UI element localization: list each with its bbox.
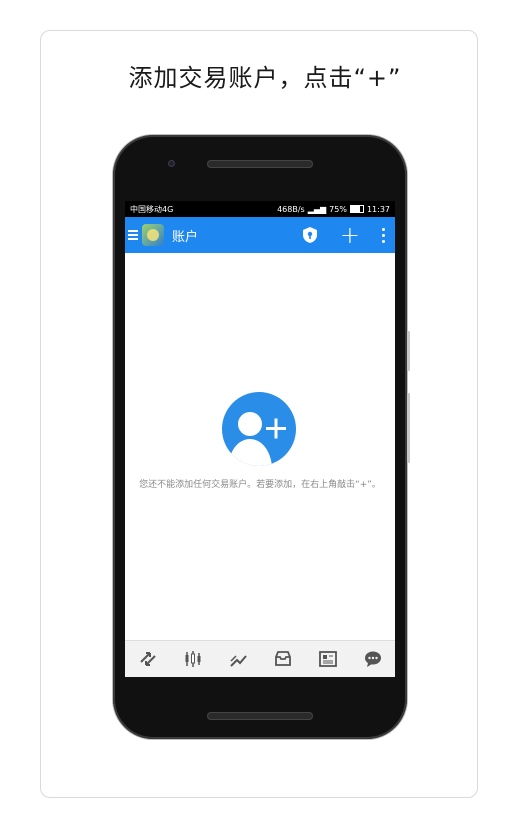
carrier-label: 中国移动4G: [130, 204, 174, 214]
clock: 11:37: [366, 204, 390, 214]
menu-icon[interactable]: [128, 230, 138, 240]
more-icon[interactable]: [382, 227, 385, 243]
empty-message: 您还不能添加任何交易账户。若要添加，在右上角敲击“+”。: [139, 480, 381, 490]
news-icon[interactable]: [315, 646, 341, 672]
empty-state: 您还不能添加任何交易账户。若要添加，在右上角敲击“+”。: [125, 253, 395, 625]
app-bar: 账户 +: [125, 217, 395, 253]
earpiece-speaker: [207, 160, 313, 168]
add-account-button[interactable]: +: [340, 223, 360, 247]
bottom-speaker: [207, 712, 313, 720]
phone-frame: 中国移动4G 468B/s ▂▄▆ 75% 11:37 账户 + 您还不能添加任…: [113, 135, 410, 739]
battery-icon: [349, 205, 364, 213]
volume-button: [407, 331, 410, 371]
status-bar: 中国移动4G 468B/s ▂▄▆ 75% 11:37: [125, 201, 395, 217]
app-logo: [142, 224, 164, 246]
app-screen: 中国移动4G 468B/s ▂▄▆ 75% 11:37 账户 + 您还不能添加任…: [125, 201, 395, 677]
battery-percent: 75%: [329, 204, 347, 214]
history-icon[interactable]: [270, 646, 296, 672]
instruction-caption: 添加交易账户，点击“+”: [128, 64, 402, 92]
add-person-icon: [222, 392, 296, 466]
trade-icon[interactable]: [225, 646, 251, 672]
chart-icon[interactable]: [180, 646, 206, 672]
front-camera: [168, 160, 175, 167]
chat-icon[interactable]: [360, 646, 386, 672]
shield-icon[interactable]: [302, 226, 318, 244]
quotes-icon[interactable]: [135, 646, 161, 672]
network-speed: 468B/s: [277, 204, 305, 214]
page-title: 账户: [172, 229, 199, 245]
power-button: [407, 393, 410, 463]
bottom-nav: [125, 640, 395, 677]
signal-icon: ▂▄▆: [307, 204, 327, 214]
